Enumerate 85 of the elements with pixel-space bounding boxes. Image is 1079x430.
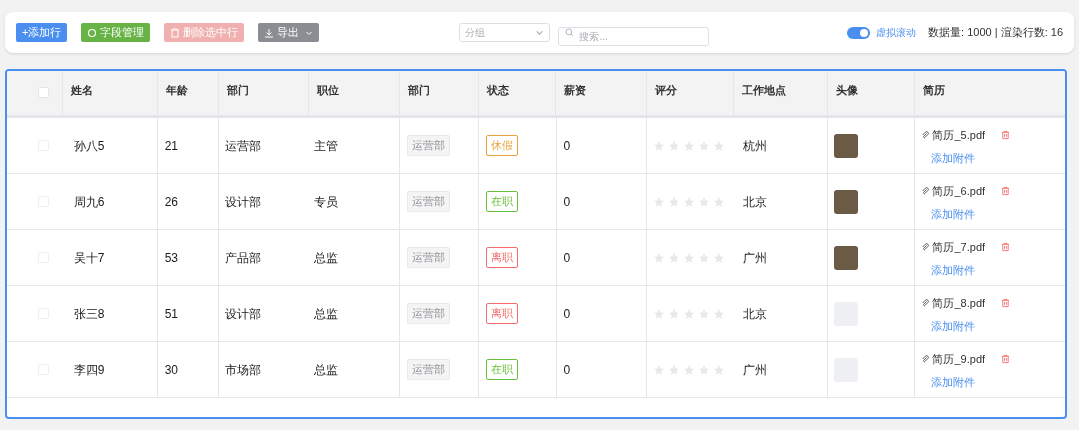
column-header: 薪资 xyxy=(564,84,587,96)
table-cell-text: 设计部 xyxy=(225,305,262,323)
column-header: 部门 xyxy=(407,84,430,96)
add-attachment-link[interactable]: 添加附件 xyxy=(931,149,1059,166)
table-cell-text: 北京 xyxy=(743,193,767,211)
search-field[interactable]: 搜索... xyxy=(558,27,710,46)
virtual-scroll-toggle[interactable] xyxy=(847,26,871,39)
table-cell-text: 53 xyxy=(164,249,178,267)
table-cell-text: 北京 xyxy=(743,305,767,323)
column-header: 部门 xyxy=(227,84,250,96)
table-cell-text: 21 xyxy=(164,137,178,155)
table-cell-text: 李四9 xyxy=(73,361,105,379)
table-cell-text: 主管 xyxy=(314,137,339,155)
table-cell-text: 专员 xyxy=(314,193,339,211)
column-header: 职位 xyxy=(317,84,340,96)
table-cell-text: 广州 xyxy=(743,361,767,379)
department-tag: 运营部 xyxy=(406,191,450,212)
chevron-down-icon xyxy=(535,28,545,37)
table-cell-text: 51 xyxy=(164,305,178,323)
add-button[interactable]: +添加行 xyxy=(16,23,68,42)
status-tag: 在职 xyxy=(485,359,518,380)
column-header: 状态 xyxy=(486,84,509,96)
delete-button[interactable]: 删除选中行 xyxy=(164,23,245,42)
table-cell-text: 吴十7 xyxy=(73,249,105,267)
export-button[interactable]: 导出 xyxy=(258,23,320,42)
group-select[interactable]: 分组 xyxy=(459,23,551,42)
table-cell-text: 30 xyxy=(164,361,178,379)
column-header: 头像 xyxy=(835,84,858,96)
fields-button[interactable]: 字段管理 xyxy=(81,23,151,42)
table-cell-text: 孙八5 xyxy=(73,137,105,155)
column-header: 工作地点 xyxy=(741,84,786,96)
column-header: 年龄 xyxy=(165,84,188,96)
stats-text: 数据量: 1000 | 渲染行数: 16 xyxy=(928,25,1063,41)
department-tag: 运营部 xyxy=(406,303,450,324)
paperclip-icon xyxy=(921,355,930,364)
paperclip-icon xyxy=(921,243,930,252)
download-icon xyxy=(264,27,275,38)
table-cell-text: 总监 xyxy=(314,305,339,323)
table-cell-text: 运营部 xyxy=(225,137,262,155)
department-tag: 运营部 xyxy=(406,247,450,268)
search-icon xyxy=(565,28,575,37)
table-cell-text: 总监 xyxy=(314,361,339,379)
file-link[interactable]: 简历_6.pdf xyxy=(932,183,986,200)
status-tag: 离职 xyxy=(485,247,518,268)
trash-icon xyxy=(170,27,181,38)
file-link[interactable]: 简历_5.pdf xyxy=(932,127,986,144)
column-header: 简历 xyxy=(923,84,946,96)
add-attachment-link[interactable]: 添加附件 xyxy=(931,205,1059,222)
department-tag: 运营部 xyxy=(406,359,450,380)
paperclip-icon xyxy=(921,131,930,140)
table-cell-text: 总监 xyxy=(314,249,339,267)
table-cell-text: 张三8 xyxy=(73,305,105,323)
table-cell-text: 设计部 xyxy=(225,193,262,211)
trash-icon[interactable] xyxy=(1001,354,1011,365)
table-cell-text: 0 xyxy=(563,305,571,323)
department-tag: 运营部 xyxy=(406,135,450,156)
table-cell-text: 26 xyxy=(164,193,178,211)
status-tag: 离职 xyxy=(485,303,518,324)
status-tag: 在职 xyxy=(485,191,518,212)
table-cell-text: 周九6 xyxy=(73,193,105,211)
paperclip-icon xyxy=(921,299,930,308)
table-cell-text: 市场部 xyxy=(225,361,262,379)
file-link[interactable]: 简历_9.pdf xyxy=(932,351,986,368)
add-attachment-link[interactable]: 添加附件 xyxy=(931,373,1059,390)
trash-icon[interactable] xyxy=(1001,298,1011,309)
table-cell-text: 广州 xyxy=(743,249,767,267)
table-cell-text: 0 xyxy=(563,137,571,155)
table-cell-text: 产品部 xyxy=(225,249,262,267)
table-cell-text: 杭州 xyxy=(743,137,767,155)
table-cell-text: 0 xyxy=(563,249,571,267)
toggle-label: 虚拟滚动 xyxy=(876,26,917,40)
column-header: 评分 xyxy=(655,84,678,96)
column-header: 姓名 xyxy=(70,84,93,96)
add-attachment-link[interactable]: 添加附件 xyxy=(931,317,1059,334)
paperclip-icon xyxy=(921,187,930,196)
status-tag: 休假 xyxy=(485,135,518,156)
add-attachment-link[interactable]: 添加附件 xyxy=(931,261,1059,278)
trash-icon[interactable] xyxy=(1001,186,1011,197)
table-cell-text: 0 xyxy=(563,193,571,211)
select-all-checkbox[interactable] xyxy=(37,87,49,98)
file-link[interactable]: 简历_8.pdf xyxy=(932,295,986,312)
trash-icon[interactable] xyxy=(1001,130,1011,141)
file-link[interactable]: 简历_7.pdf xyxy=(932,239,986,256)
table-cell-text: 0 xyxy=(563,361,571,379)
trash-icon[interactable] xyxy=(1001,242,1011,253)
